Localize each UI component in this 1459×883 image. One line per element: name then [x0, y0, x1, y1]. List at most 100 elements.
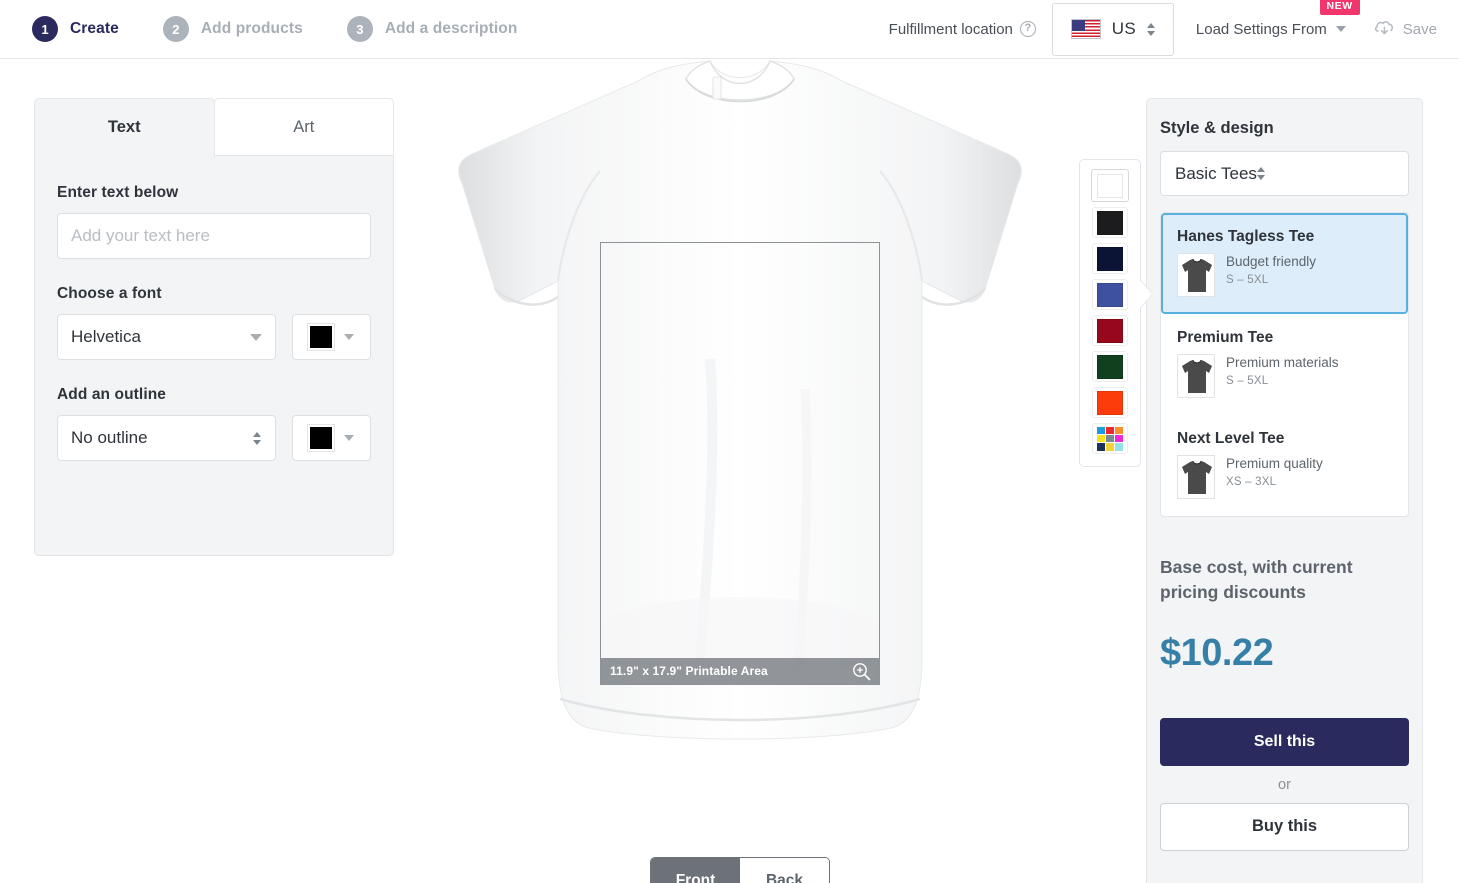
step-add-description[interactable]: 3 Add a description — [346, 16, 518, 42]
tshirt-mockup[interactable]: 11.9" x 17.9" Printable Area — [410, 59, 1070, 779]
swatch-color-dark-red — [1097, 318, 1123, 343]
font-row: Helvetica — [57, 314, 371, 360]
chevron-down-icon — [1335, 26, 1346, 32]
tab-text[interactable]: Text — [34, 98, 215, 156]
enter-text-label: Enter text below — [57, 184, 179, 201]
tee-thumbnail-icon — [1177, 354, 1215, 398]
cloud-download-icon — [1374, 20, 1393, 34]
product-name: Premium Tee — [1177, 329, 1274, 346]
chevron-down-icon — [344, 334, 355, 340]
product-name: Hanes Tagless Tee — [1177, 228, 1315, 245]
product-premium-tee[interactable]: Premium Tee Premium materials S – 5XL — [1161, 314, 1408, 415]
printable-area-box[interactable]: 11.9" x 17.9" Printable Area — [600, 242, 880, 685]
side-toggle: Front Back — [650, 857, 830, 883]
multicolor-grid-icon — [1097, 426, 1123, 451]
save-label: Save — [1402, 20, 1437, 38]
swatch-white[interactable] — [1091, 169, 1129, 202]
side-front-label: Front — [675, 872, 716, 883]
save-button[interactable]: Save — [1374, 20, 1437, 39]
swatch-color-forest-green — [1097, 354, 1123, 379]
font-select-value: Helvetica — [71, 327, 141, 346]
swatch-color-black — [1097, 210, 1123, 235]
category-select[interactable]: Basic Tees — [1160, 151, 1409, 196]
magnifier-plus-icon[interactable] — [852, 662, 871, 681]
category-stepper-icon[interactable] — [1256, 167, 1265, 180]
outline-select-value: No outline — [71, 428, 148, 447]
product-desc: Budget friendly — [1226, 254, 1317, 269]
main-area: Text Art Enter text below Choose a font … — [0, 59, 1459, 883]
swatch-more-colors[interactable] — [1092, 423, 1128, 454]
buy-this-button[interactable]: Buy this — [1160, 802, 1409, 851]
product-hanes-tagless-tee[interactable]: Hanes Tagless Tee Budget friendly S – 5X… — [1161, 213, 1408, 314]
new-badge: NEW — [1319, 0, 1360, 15]
tee-thumbnail-icon — [1177, 455, 1215, 499]
us-flag-icon — [1070, 19, 1101, 39]
tab-text-label: Text — [107, 118, 141, 136]
swatch-color-orange-red — [1097, 390, 1123, 415]
color-swatch-rail — [1079, 159, 1141, 467]
rail-notch-decoration — [1139, 279, 1152, 309]
country-code-label: US — [1111, 19, 1136, 38]
step-progress: 1 Create 2 Add products 3 Add a descript… — [0, 16, 561, 42]
fulfillment-location-text: Fulfillment location — [888, 20, 1013, 38]
product-next-level-tee[interactable]: Next Level Tee Premium quality XS – 3XL — [1161, 415, 1408, 516]
help-icon[interactable]: ? — [1019, 21, 1036, 37]
font-color-picker[interactable] — [291, 314, 371, 360]
swatch-forest-green[interactable] — [1092, 351, 1128, 382]
sell-this-button[interactable]: Sell this — [1160, 717, 1409, 766]
step-add-products[interactable]: 2 Add products — [162, 16, 303, 42]
step-number-2: 2 — [162, 16, 189, 42]
swatch-color-white — [1097, 173, 1123, 198]
tee-thumbnail-icon — [1177, 253, 1215, 297]
country-select[interactable]: US — [1051, 2, 1174, 56]
panel-title: Style & design — [1160, 119, 1274, 137]
choose-font-label: Choose a font — [57, 285, 162, 302]
fulfillment-location-label: Fulfillment location ? — [889, 21, 1036, 38]
side-button-back[interactable]: Back — [740, 858, 829, 883]
product-sizes: S – 5XL — [1226, 375, 1269, 388]
printable-area-label: 11.9" x 17.9" Printable Area — [610, 664, 768, 678]
product-preview-canvas: 11.9" x 17.9" Printable Area Front Back — [410, 59, 1070, 883]
text-input[interactable] — [57, 213, 371, 259]
swatch-dark-red[interactable] — [1092, 315, 1128, 346]
chevron-down-icon — [344, 435, 355, 441]
category-select-value: Basic Tees — [1175, 163, 1257, 183]
header-actions: Fulfillment location ? US NEW Load Setti… — [889, 0, 1459, 56]
app-header: 1 Create 2 Add products 3 Add a descript… — [0, 0, 1459, 59]
step-number-1: 1 — [32, 16, 58, 42]
side-back-label: Back — [765, 872, 804, 883]
step-label-add-description: Add a description — [384, 20, 518, 37]
side-button-front[interactable]: Front — [651, 858, 740, 883]
swatch-black[interactable] — [1092, 207, 1128, 238]
step-label-add-products: Add products — [200, 20, 303, 37]
load-settings-label: Load Settings From — [1195, 20, 1327, 38]
outline-color-picker[interactable] — [291, 415, 371, 461]
base-cost-label: Base cost, with current pricing discount… — [1160, 557, 1353, 603]
text-tool-body: Enter text below Choose a font Helvetica… — [34, 156, 394, 556]
outline-select[interactable]: No outline — [57, 415, 276, 461]
step-create[interactable]: 1 Create — [32, 16, 119, 42]
product-sizes: S – 5XL — [1226, 274, 1269, 287]
design-tools-panel: Text Art Enter text below Choose a font … — [34, 98, 394, 556]
swatch-orange-red[interactable] — [1092, 387, 1128, 418]
font-color-swatch — [307, 323, 336, 351]
product-list: Hanes Tagless Tee Budget friendly S – 5X… — [1160, 212, 1409, 517]
swatch-color-navy — [1097, 246, 1123, 271]
outline-row: No outline — [57, 415, 371, 461]
swatch-navy[interactable] — [1092, 243, 1128, 274]
chevron-down-icon — [249, 333, 262, 341]
tab-art[interactable]: Art — [213, 98, 394, 156]
outline-stepper-icon[interactable] — [252, 431, 261, 445]
tab-art-label: Art — [293, 117, 315, 136]
swatch-color-royal-blue — [1097, 282, 1123, 307]
swatch-royal-blue[interactable] — [1092, 279, 1128, 310]
price-value: $10.22 — [1160, 631, 1274, 674]
outline-color-swatch — [307, 424, 336, 452]
font-select[interactable]: Helvetica — [57, 314, 276, 360]
style-design-panel: Style & design Basic Tees Hanes Tagless … — [1146, 98, 1423, 883]
or-divider-label: or — [1278, 776, 1291, 793]
step-label-create: Create — [70, 20, 119, 37]
load-settings-dropdown[interactable]: NEW Load Settings From — [1195, 0, 1360, 38]
printable-area-bar: 11.9" x 17.9" Printable Area — [601, 658, 879, 684]
country-stepper-icon[interactable] — [1147, 22, 1155, 36]
